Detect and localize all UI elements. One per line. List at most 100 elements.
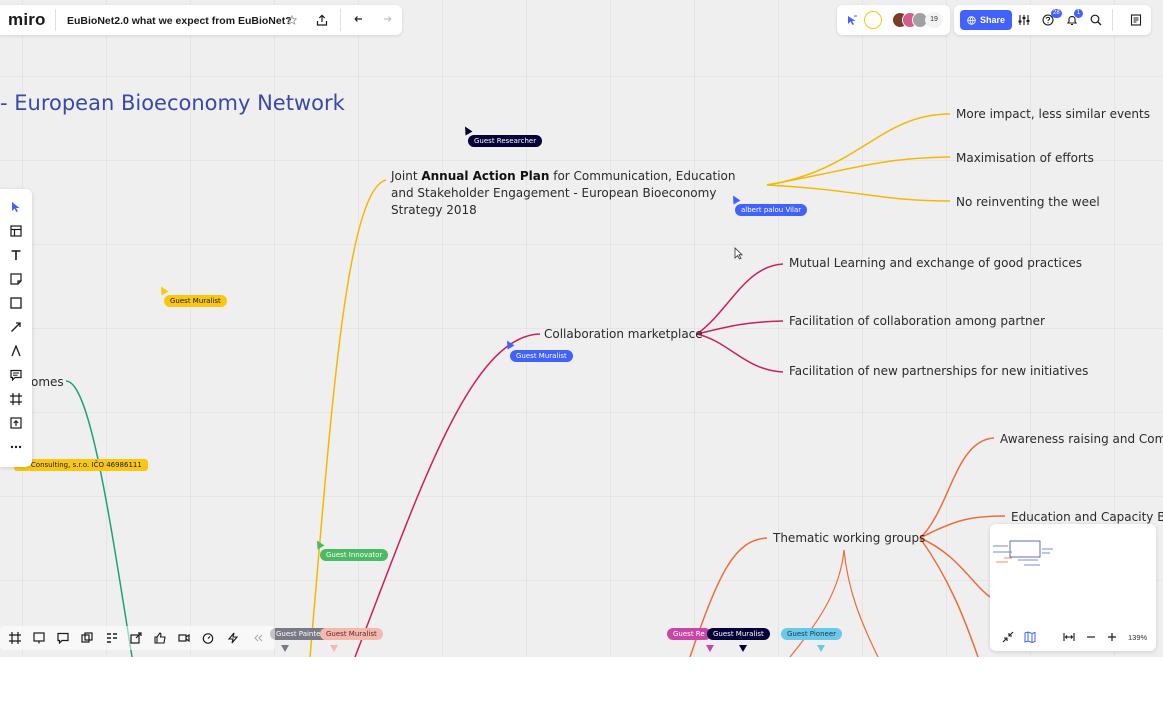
undo-button[interactable] xyxy=(347,9,369,31)
fit-width-icon xyxy=(1063,633,1075,641)
share-button[interactable]: Share xyxy=(960,10,1013,30)
zoom-out-button[interactable] xyxy=(1081,627,1101,647)
board-menu-button[interactable] xyxy=(1125,9,1147,31)
square-icon xyxy=(10,297,22,309)
select-tool-button[interactable] xyxy=(8,199,24,215)
upload-button[interactable] xyxy=(8,415,24,431)
cursor-icon xyxy=(12,202,20,212)
frame-icon xyxy=(10,393,22,405)
video-button[interactable] xyxy=(176,630,192,646)
frame-button[interactable] xyxy=(8,391,24,407)
kanban-button[interactable] xyxy=(104,630,120,646)
branch-facil-new xyxy=(696,333,784,373)
cursor-tag-albert: albert palou Vilar xyxy=(735,204,808,216)
branch-left xyxy=(65,380,133,657)
notification-badge: 1 xyxy=(1074,9,1083,18)
external-link-icon xyxy=(130,632,142,644)
comment-button[interactable] xyxy=(8,367,24,383)
consulting-label: AL Consulting, s.r.o. IČO 46986111 xyxy=(14,459,148,471)
branch-maximisation xyxy=(766,156,951,186)
minimap[interactable]: 139% xyxy=(990,524,1156,651)
branch-thematic-sub2 xyxy=(843,549,879,657)
cursor-tag-guest-pioneer: Guest Pioneer xyxy=(781,628,843,640)
text-icon xyxy=(11,250,21,260)
cards-button[interactable] xyxy=(79,630,95,646)
lightning-icon xyxy=(227,632,239,644)
cursor-tag-guest-re: Guest Re xyxy=(667,628,711,640)
zoom-in-button[interactable] xyxy=(1102,627,1122,647)
board-name[interactable]: EuBioNet2.0 what we expect from EuBioNet… xyxy=(67,15,292,27)
reactions-filter-button[interactable] xyxy=(841,9,863,31)
thumbs-up-icon xyxy=(154,632,166,644)
share-screen-button[interactable] xyxy=(128,630,144,646)
map-icon xyxy=(1024,631,1036,643)
search-icon xyxy=(1090,14,1102,26)
chat-icon xyxy=(57,632,69,644)
node-mutual-learning[interactable]: Mutual Learning and exchange of good pra… xyxy=(789,256,1082,270)
arrow-line-icon xyxy=(11,322,21,332)
cursor-pointer-icon xyxy=(739,645,747,652)
pen-tool-button[interactable] xyxy=(8,343,24,359)
redo-button[interactable] xyxy=(377,9,399,31)
chevron-left-double-icon xyxy=(254,634,263,642)
sliders-icon xyxy=(1018,15,1030,25)
search-button[interactable] xyxy=(1085,9,1107,31)
more-tools-button[interactable] xyxy=(8,439,24,455)
bottom-toolbar xyxy=(0,626,275,650)
minus-icon xyxy=(1087,636,1095,638)
map-button[interactable] xyxy=(1020,627,1040,647)
title-bar: miro EuBioNet2.0 what we expect from EuB… xyxy=(0,5,402,35)
upload-icon xyxy=(316,14,328,26)
board-title-text[interactable]: - European Bioeconomy Network xyxy=(0,91,345,115)
connection-line-button[interactable] xyxy=(8,319,24,335)
cursor-mode-icon xyxy=(848,15,857,25)
apps-button[interactable] xyxy=(225,630,241,646)
branch-noreinvent xyxy=(766,184,951,202)
divider xyxy=(1112,9,1113,31)
star-icon xyxy=(287,15,297,25)
node-facilitation-new[interactable]: Facilitation of new partnerships for new… xyxy=(789,364,1088,378)
frames-button[interactable] xyxy=(7,630,23,646)
timer-avatar-icon[interactable] xyxy=(864,11,882,29)
timer-button[interactable] xyxy=(200,630,216,646)
miro-logo[interactable]: miro xyxy=(8,10,46,30)
settings-button[interactable] xyxy=(1013,9,1035,31)
cursor-tag-guest-muralist-4: Guest Muralist xyxy=(707,628,770,640)
node-left-partial[interactable]: omes xyxy=(31,375,64,389)
node-collaboration-marketplace[interactable]: Collaboration marketplace xyxy=(544,327,703,341)
node-more-impact[interactable]: More impact, less similar events xyxy=(956,107,1150,121)
node-education[interactable]: Education and Capacity Bui xyxy=(1011,510,1163,524)
shape-tool-button[interactable] xyxy=(8,295,24,311)
divider xyxy=(340,9,341,31)
collaborator-count[interactable]: 19 xyxy=(925,12,943,28)
board-canvas[interactable]: - European Bioeconomy Network Joint Annu… xyxy=(0,0,1163,657)
text-tool-button[interactable] xyxy=(8,247,24,263)
node-thematic-groups[interactable]: Thematic working groups xyxy=(773,531,925,545)
collapse-toolbar-button[interactable] xyxy=(250,630,266,646)
node-joint-action-plan[interactable]: Joint Annual Action Plan for Communicati… xyxy=(391,168,751,219)
node-maximisation[interactable]: Maximisation of efforts xyxy=(956,151,1094,165)
presentation-button[interactable] xyxy=(31,630,47,646)
cursor-tag-guest-muralist: Guest Muralist xyxy=(164,295,227,307)
reactions-button[interactable] xyxy=(152,630,168,646)
video-icon xyxy=(178,633,190,643)
fit-to-screen-button[interactable] xyxy=(1059,627,1079,647)
pen-icon xyxy=(11,345,21,357)
collapse-icon xyxy=(1002,631,1014,643)
zoom-level-label[interactable]: 139% xyxy=(1128,633,1147,642)
templates-button[interactable] xyxy=(8,223,24,239)
export-button[interactable] xyxy=(311,9,333,31)
node-awareness[interactable]: Awareness raising and Comm xyxy=(1000,432,1163,446)
node-no-reinventing[interactable]: No reinventing the weel xyxy=(956,195,1100,209)
more-icon xyxy=(10,445,22,449)
cursor-pointer-icon xyxy=(281,645,289,652)
comment-icon xyxy=(10,369,22,381)
node-facilitation-collaboration[interactable]: Facilitation of collaboration among part… xyxy=(789,314,1045,328)
cursor-pointer-icon xyxy=(817,645,825,652)
collapse-minimap-button[interactable] xyxy=(998,627,1018,647)
star-button[interactable] xyxy=(281,9,303,31)
chat-button[interactable] xyxy=(55,630,71,646)
sticky-note-button[interactable] xyxy=(8,271,24,287)
cursor-pointer-icon xyxy=(706,645,714,652)
cursor-tag-guest-muralist-2: Guest Muralist xyxy=(510,350,573,362)
